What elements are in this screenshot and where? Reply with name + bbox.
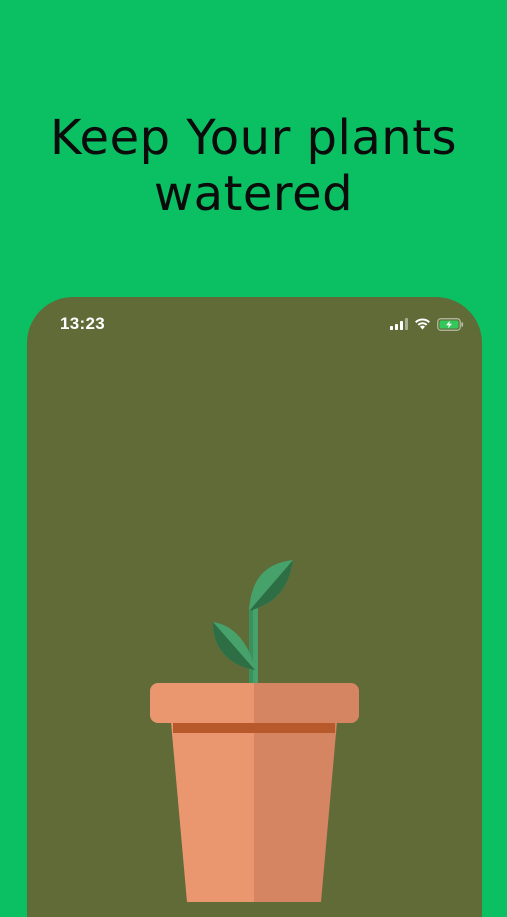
potted-plant-illustration xyxy=(150,560,359,902)
phone-mockup: 13:23 xyxy=(27,297,482,917)
pot-body xyxy=(171,722,337,902)
pot-rim xyxy=(150,683,359,723)
headline-line-2: watered xyxy=(153,166,354,222)
upper-leaf xyxy=(249,560,293,611)
pot-band xyxy=(173,722,335,733)
headline-line-1: Keep Your plants xyxy=(49,110,458,166)
plant-stem xyxy=(249,607,258,687)
lower-leaf xyxy=(212,622,255,670)
headline: Keep Your plants watered xyxy=(0,110,507,222)
